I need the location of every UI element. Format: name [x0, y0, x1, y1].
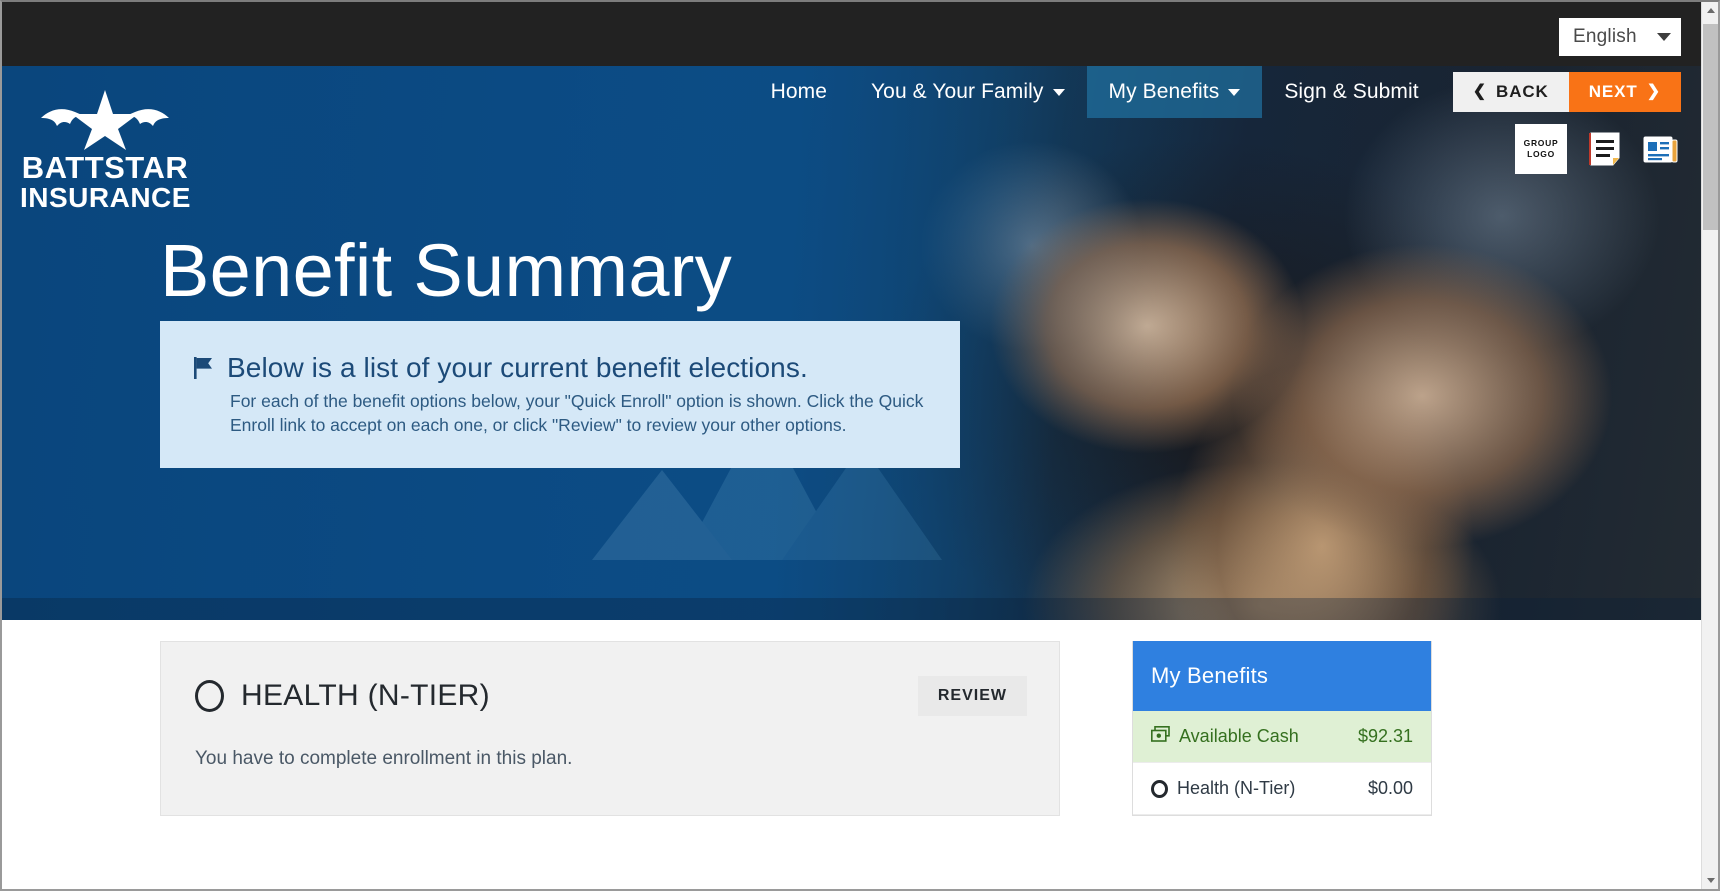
benefit-card-health-n-tier: HEALTH (N-TIER) REVIEW You have to compl… — [160, 641, 1060, 816]
my-benefits-sidebar: My Benefits Available Cash $92.31 Health… — [1132, 641, 1432, 816]
benefit-card-note: You have to complete enrollment in this … — [195, 748, 573, 769]
next-button-label: NEXT — [1588, 82, 1638, 101]
viewport-bottom-strip — [2, 885, 1701, 889]
scroll-up-arrow-icon[interactable] — [1702, 2, 1718, 19]
brand-name: BATTSTAR — [21, 150, 189, 185]
sidebar-title: My Benefits — [1133, 641, 1431, 711]
newspaper-icon[interactable] — [1643, 134, 1679, 164]
cash-stack-icon — [1151, 726, 1170, 747]
vertical-scrollbar[interactable] — [1701, 2, 1718, 889]
benefit-card-title: HEALTH (N-TIER) — [241, 679, 490, 712]
empty-circle-icon — [195, 680, 224, 712]
sidebar-row-amount: $92.31 — [1357, 726, 1413, 746]
hero-bottom-band — [2, 598, 1701, 620]
main-content: HEALTH (N-TIER) REVIEW You have to compl… — [2, 620, 1701, 889]
browser-window: English BATTSTAR INSURANCE Home You & Yo… — [0, 0, 1720, 891]
sidebar-row-health-n-tier[interactable]: Health (N-Tier) $0.00 — [1133, 763, 1431, 815]
next-button[interactable]: NEXT ❯ — [1568, 72, 1681, 112]
nav-item-label: My Benefits — [1108, 80, 1220, 103]
brand-subtitle: INSURANCE — [20, 182, 191, 213]
language-selected-label: English — [1573, 26, 1637, 47]
benefit-card-header: HEALTH (N-TIER) REVIEW — [195, 676, 1027, 716]
hero-banner: BATTSTAR INSURANCE Home You & Your Famil… — [2, 66, 1701, 620]
empty-circle-icon — [1151, 779, 1168, 798]
language-selector[interactable]: English — [1559, 18, 1681, 56]
sidebar-row-label: Available Cash — [1179, 726, 1299, 746]
nav-item-home[interactable]: Home — [749, 66, 849, 118]
header-icon-row: GROUP LOGO — [1515, 124, 1679, 174]
top-utility-bar: English — [2, 2, 1701, 66]
info-panel-heading-row: Below is a list of your current benefit … — [194, 351, 926, 385]
review-button[interactable]: REVIEW — [917, 676, 1027, 716]
sidebar-row-available-cash[interactable]: Available Cash $92.31 — [1133, 711, 1431, 763]
nav-item-label: Home — [770, 80, 827, 103]
nav-action-buttons: ❮ BACK NEXT ❯ — [1441, 66, 1701, 118]
scrollbar-thumb[interactable] — [1703, 24, 1718, 230]
page-title: Benefit Summary — [160, 229, 733, 312]
info-panel: Below is a list of your current benefit … — [160, 321, 960, 469]
info-panel-heading: Below is a list of your current benefit … — [227, 352, 808, 383]
back-button[interactable]: ❮ BACK — [1452, 72, 1569, 112]
nav-item-you-and-your-family[interactable]: You & Your Family — [849, 66, 1087, 118]
document-icon[interactable] — [1589, 132, 1621, 166]
sidebar-row-amount: $0.00 — [1367, 778, 1413, 798]
chevron-down-icon — [1228, 88, 1241, 96]
group-logo-line1: GROUP — [1523, 137, 1559, 148]
group-logo-line2: LOGO — [1527, 149, 1555, 159]
chevron-right-icon: ❯ — [1646, 83, 1661, 100]
back-button-label: BACK — [1496, 82, 1549, 101]
flag-icon — [194, 357, 213, 379]
chevron-left-icon: ❮ — [1472, 83, 1488, 100]
nav-item-sign-and-submit[interactable]: Sign & Submit — [1262, 66, 1440, 118]
main-navigation: Home You & Your Family My Benefits Sign … — [2, 66, 1701, 118]
group-logo-placeholder[interactable]: GROUP LOGO — [1515, 124, 1567, 174]
chevron-down-icon — [1052, 88, 1065, 96]
page-viewport: English BATTSTAR INSURANCE Home You & Yo… — [2, 2, 1701, 889]
nav-item-label: Sign & Submit — [1284, 80, 1419, 103]
nav-item-my-benefits[interactable]: My Benefits — [1086, 66, 1263, 118]
chevron-down-icon — [1657, 33, 1671, 41]
info-panel-body: For each of the benefit options below, y… — [230, 390, 924, 436]
sidebar-row-label: Health (N-Tier) — [1177, 778, 1296, 798]
nav-item-label: You & Your Family — [870, 80, 1044, 103]
scroll-down-arrow-icon[interactable] — [1702, 872, 1718, 889]
